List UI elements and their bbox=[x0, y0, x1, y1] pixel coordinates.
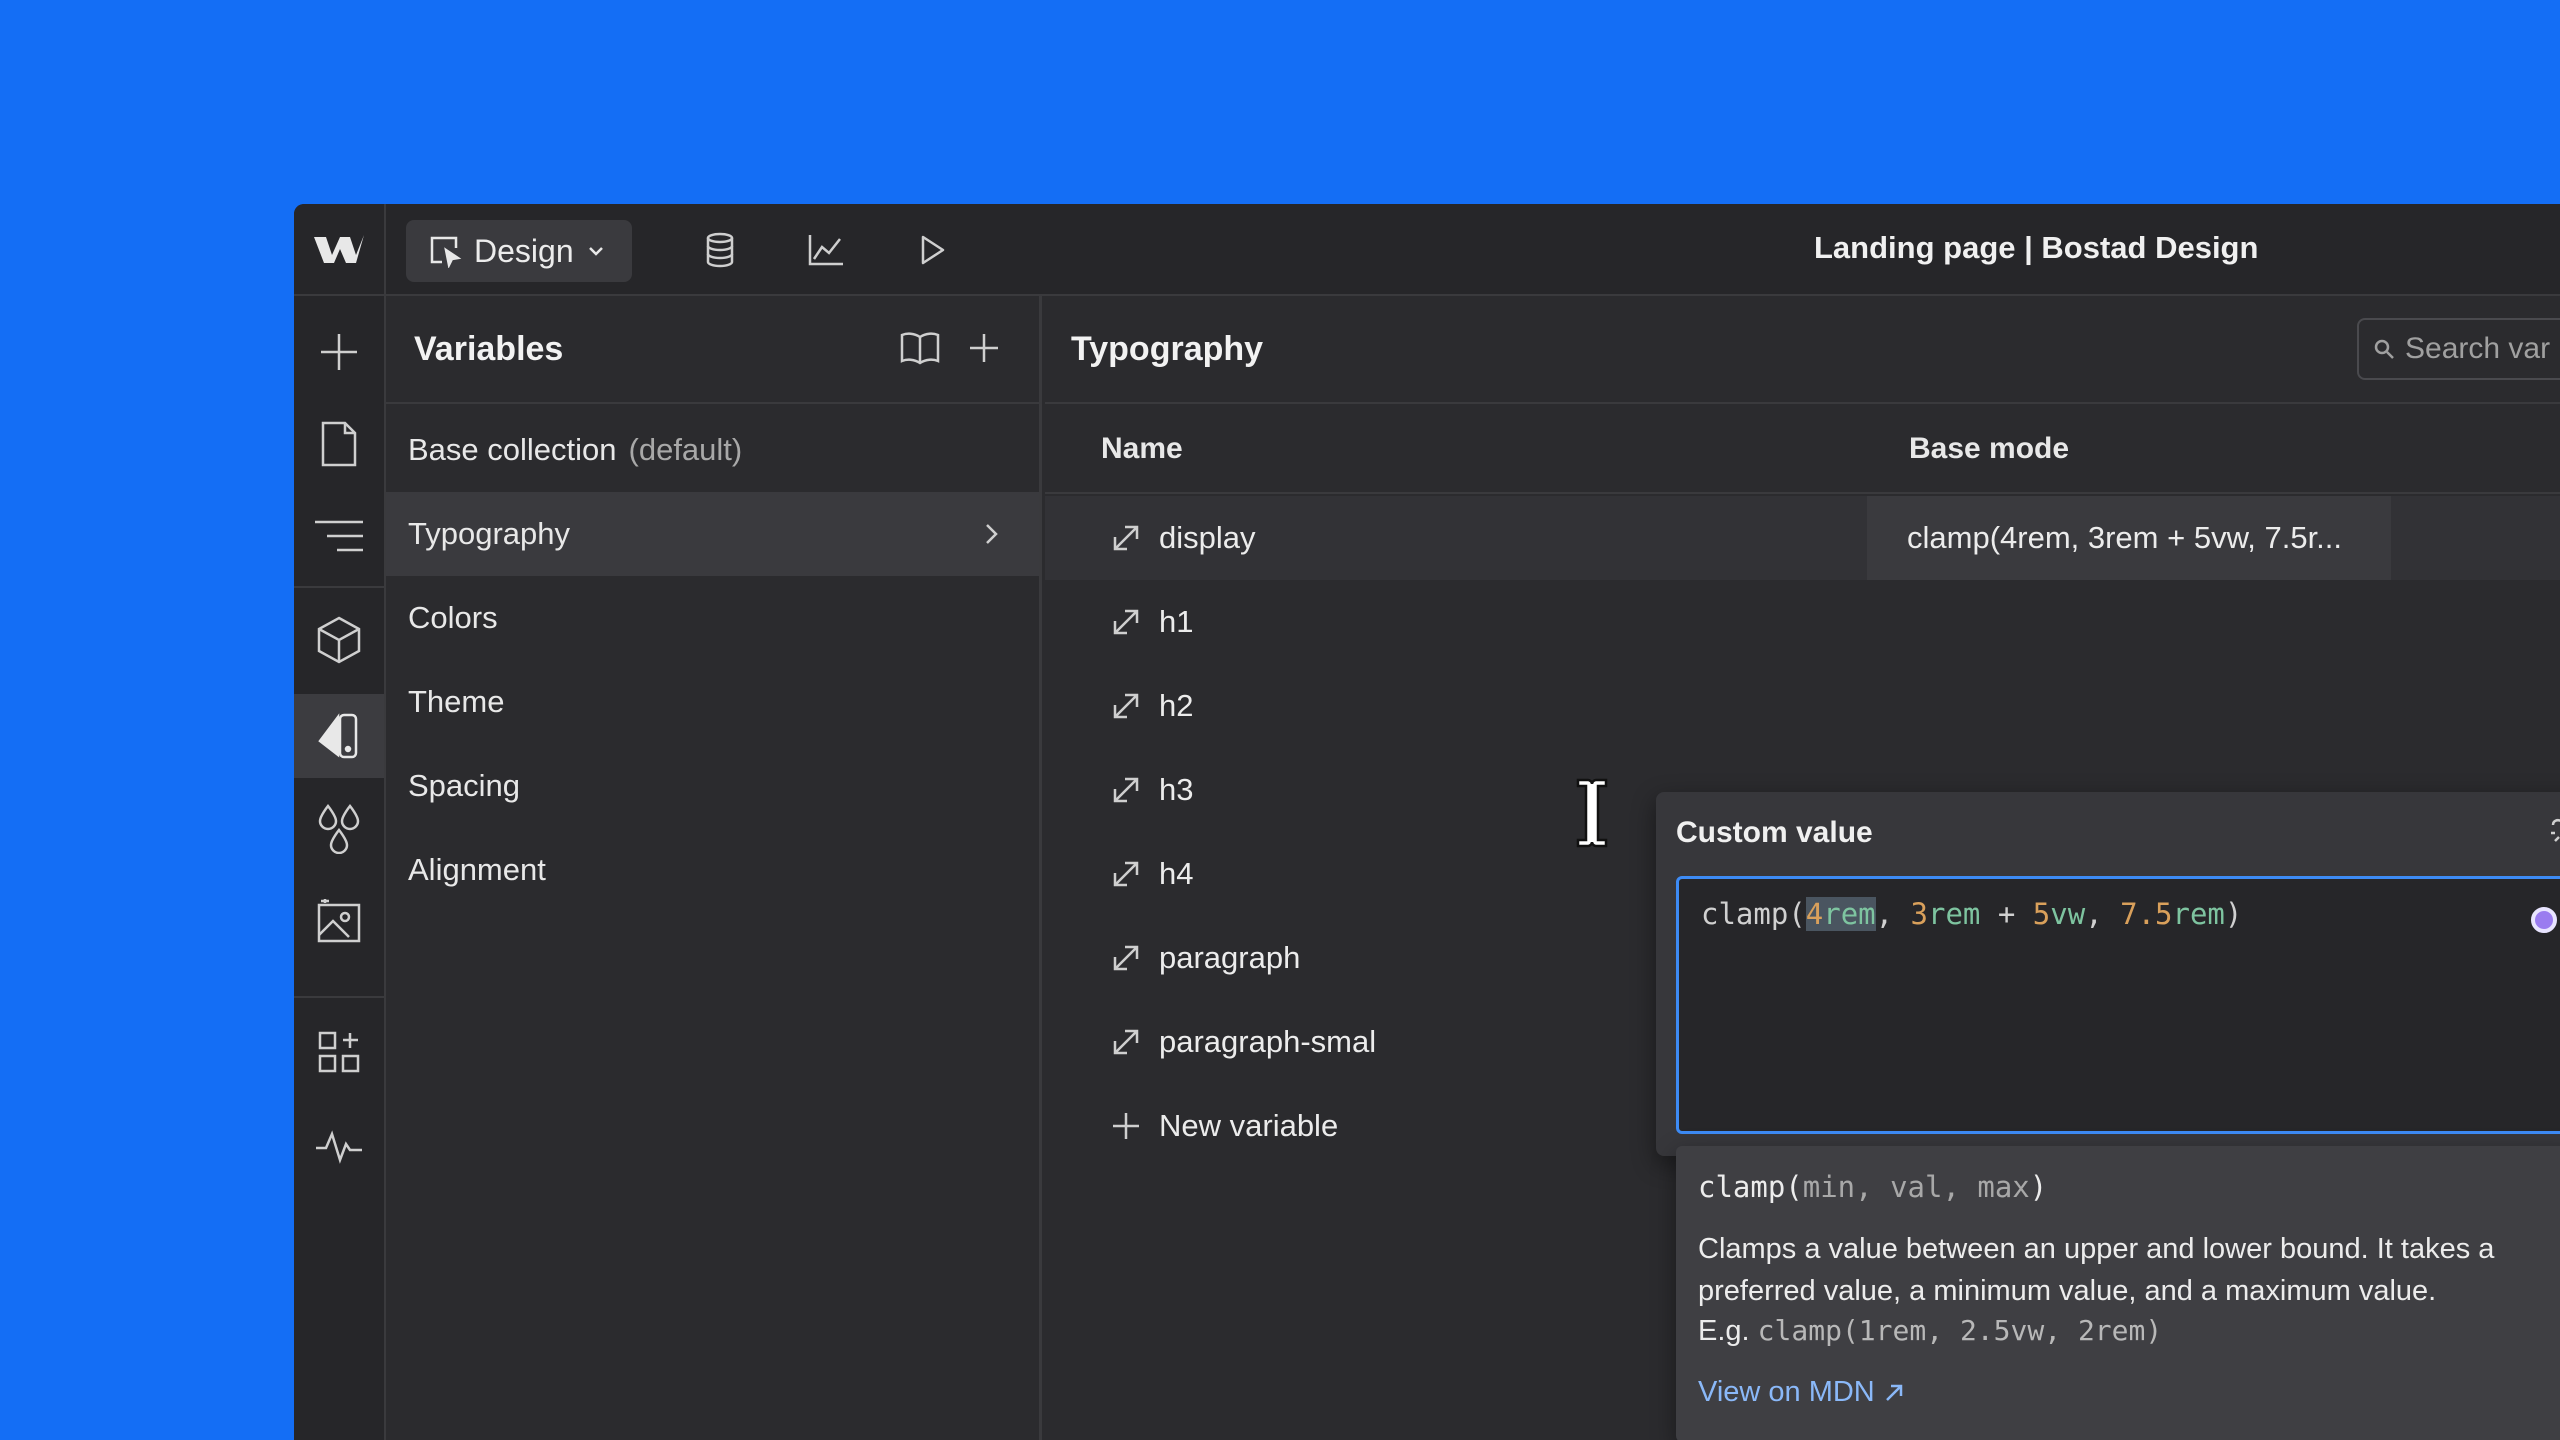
variables-panel: Variables Base collection (default) Typo… bbox=[386, 296, 1042, 1440]
database-icon[interactable] bbox=[696, 226, 744, 274]
new-variable-label: New variable bbox=[1159, 1108, 1339, 1143]
column-header-name: Name bbox=[1101, 432, 1183, 465]
page-title: Landing page | Bostad Design bbox=[1814, 230, 2259, 265]
collection-item-typography[interactable]: Typography bbox=[386, 492, 1039, 576]
table-row[interactable]: display clamp(4rem, 3rem + 5vw, 7.5r... bbox=[1045, 496, 2560, 580]
function-signature: clamp(min, val, max) bbox=[1698, 1170, 2048, 1204]
search-input[interactable]: Search var bbox=[2357, 318, 2560, 380]
resize-arrow-icon bbox=[1113, 693, 1139, 719]
collection-item-base[interactable]: Base collection (default) bbox=[386, 408, 1039, 492]
collection-item-spacing[interactable]: Spacing bbox=[386, 744, 1039, 828]
navigator-icon bbox=[315, 520, 363, 552]
plus-icon bbox=[970, 334, 998, 362]
function-docs-tooltip: clamp(min, val, max) Clamps a value betw… bbox=[1676, 1146, 2560, 1440]
resize-arrow-icon bbox=[1113, 1029, 1139, 1055]
add-collection-button[interactable] bbox=[960, 324, 1008, 372]
variable-name: paragraph bbox=[1159, 940, 1301, 975]
custom-value-popover: Custom value clamp(4rem, 3rem + 5vw, 7.5… bbox=[1656, 792, 2560, 1156]
chart-line-icon[interactable] bbox=[802, 226, 850, 274]
top-bar: Design Landing page | Bostad Design bbox=[294, 204, 2560, 296]
assets-icon bbox=[317, 899, 361, 943]
app-window: Design Landing page | Bostad Design Vari… bbox=[294, 204, 2560, 1440]
book-icon[interactable] bbox=[896, 324, 944, 372]
collection-label: Typography bbox=[408, 516, 570, 551]
variable-name: paragraph-smal bbox=[1159, 1024, 1377, 1059]
collection-label: Theme bbox=[408, 684, 505, 719]
navigator-panel-button[interactable] bbox=[294, 494, 384, 578]
external-arrow-icon bbox=[1885, 1384, 1902, 1401]
chevron-right-icon bbox=[973, 516, 1009, 552]
variable-name: h1 bbox=[1159, 604, 1194, 639]
variable-name: h4 bbox=[1159, 856, 1194, 891]
webflow-logo-icon[interactable] bbox=[294, 204, 386, 296]
page-icon bbox=[321, 421, 357, 467]
plus-icon bbox=[1113, 1113, 1139, 1139]
mode-label: Design bbox=[474, 232, 574, 269]
resize-arrow-icon bbox=[1113, 945, 1139, 971]
view-on-mdn-link[interactable]: View on MDN bbox=[1698, 1376, 1905, 1409]
variable-name: display bbox=[1159, 520, 1256, 555]
add-panel-button[interactable] bbox=[294, 310, 384, 394]
collection-label: Spacing bbox=[408, 768, 521, 803]
left-toolbar bbox=[294, 296, 386, 1440]
collection-label: Alignment bbox=[408, 852, 546, 887]
variable-value[interactable]: clamp(4rem, 3rem + 5vw, 7.5r... bbox=[1867, 496, 2391, 580]
detach-link-icon[interactable] bbox=[2544, 812, 2560, 852]
collection-item-alignment[interactable]: Alignment bbox=[386, 828, 1039, 912]
collection-label: Colors bbox=[408, 600, 498, 635]
plus-icon bbox=[321, 334, 357, 370]
search-placeholder: Search var bbox=[2405, 332, 2551, 365]
resize-arrow-icon bbox=[1113, 609, 1139, 635]
collection-default-tag: (default) bbox=[628, 432, 743, 467]
search-icon bbox=[2373, 338, 2395, 360]
custom-value-input[interactable]: clamp(4rem, 3rem + 5vw, 7.5rem) bbox=[1676, 876, 2560, 1134]
play-icon[interactable] bbox=[908, 226, 956, 274]
variables-panel-title: Variables bbox=[414, 330, 564, 368]
collection-item-theme[interactable]: Theme bbox=[386, 660, 1039, 744]
popover-title: Custom value bbox=[1676, 816, 1873, 849]
variables-panel-button[interactable] bbox=[294, 694, 384, 778]
variables-panel-header: Variables bbox=[386, 296, 1039, 404]
chevron-down-icon bbox=[586, 241, 606, 261]
collection-label: Base collection bbox=[408, 432, 617, 467]
audit-icon bbox=[316, 1130, 362, 1164]
main-header: Typography Search var bbox=[1045, 296, 2560, 404]
column-header-base-mode: Base mode bbox=[1909, 432, 2070, 465]
text-cursor-icon bbox=[1576, 778, 1608, 848]
collection-item-colors[interactable]: Colors bbox=[386, 576, 1039, 660]
styles-panel-button[interactable] bbox=[294, 786, 384, 870]
apps-panel-button[interactable] bbox=[294, 1010, 384, 1094]
components-panel-button[interactable] bbox=[294, 598, 384, 682]
audit-panel-button[interactable] bbox=[294, 1104, 384, 1188]
collection-title: Typography bbox=[1071, 330, 1264, 368]
resize-arrow-icon bbox=[1113, 861, 1139, 887]
status-dot bbox=[2531, 907, 2557, 933]
function-description: Clamps a value between an upper and lowe… bbox=[1698, 1233, 2495, 1307]
variable-name: h3 bbox=[1159, 772, 1194, 807]
resize-arrow-icon bbox=[1113, 777, 1139, 803]
table-row[interactable]: h2 bbox=[1045, 664, 2560, 748]
pages-panel-button[interactable] bbox=[294, 402, 384, 486]
apps-icon bbox=[318, 1031, 360, 1073]
cursor-select-icon bbox=[428, 234, 462, 268]
assets-panel-button[interactable] bbox=[294, 878, 384, 962]
design-mode-button[interactable]: Design bbox=[406, 220, 632, 282]
function-example: E.g. clamp(1rem, 2.5vw, 2rem) bbox=[1698, 1314, 2163, 1347]
styles-icon bbox=[318, 803, 360, 854]
variable-name: h2 bbox=[1159, 688, 1194, 723]
components-icon bbox=[317, 616, 361, 664]
table-row[interactable]: h1 bbox=[1045, 580, 2560, 664]
variables-icon bbox=[318, 713, 358, 759]
resize-arrow-icon bbox=[1113, 525, 1139, 551]
